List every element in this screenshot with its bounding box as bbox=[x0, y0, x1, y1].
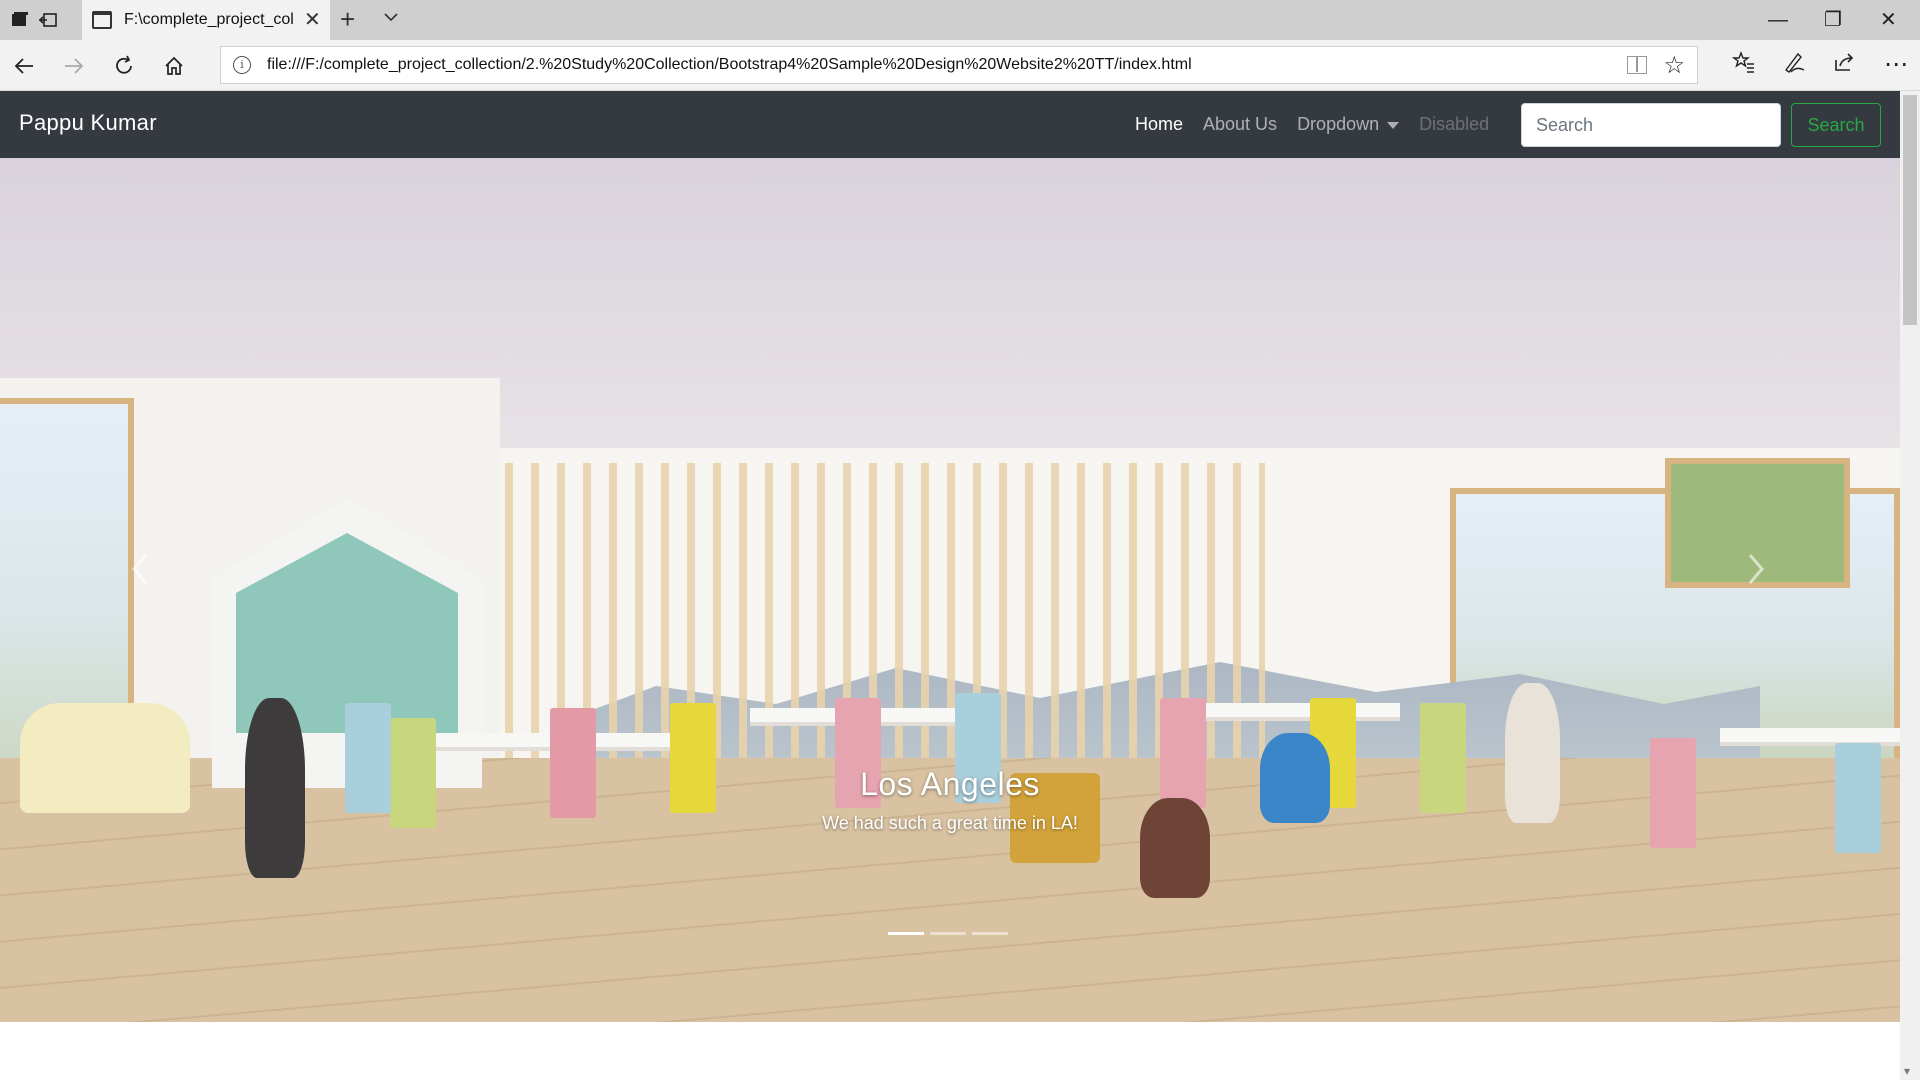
close-tab-icon[interactable]: ✕ bbox=[304, 10, 321, 30]
favorite-star-icon[interactable]: ☆ bbox=[1663, 51, 1685, 80]
chevron-left-icon bbox=[130, 553, 150, 594]
carousel-indicator-1[interactable] bbox=[888, 932, 924, 935]
restore-button[interactable]: ❐ bbox=[1824, 6, 1842, 34]
page-icon bbox=[92, 11, 112, 29]
scroll-down-arrow-icon[interactable]: ▾ bbox=[1904, 1064, 1910, 1078]
nav-link-about-us[interactable]: About Us bbox=[1203, 114, 1277, 135]
site-navbar: Pappu Kumar Home About Us Dropdown Disab… bbox=[0, 91, 1900, 158]
carousel-indicator-3[interactable] bbox=[972, 932, 1008, 935]
scrollbar-thumb[interactable] bbox=[1903, 95, 1917, 325]
carousel-prev-button[interactable] bbox=[100, 533, 180, 613]
caption-title: Los Angeles bbox=[860, 766, 1040, 802]
set-tabs-aside-icon[interactable] bbox=[36, 8, 60, 32]
caret-down-icon bbox=[1387, 121, 1400, 129]
refresh-icon[interactable] bbox=[110, 52, 138, 80]
address-bar[interactable]: i file:///F:/complete_project_collection… bbox=[220, 46, 1698, 84]
share-icon[interactable] bbox=[1832, 50, 1856, 82]
hero-carousel: Los Angeles We had such a great time in … bbox=[0, 158, 1900, 1022]
dropdown-label: Dropdown bbox=[1297, 114, 1380, 134]
tab-list-chevron-icon[interactable] bbox=[382, 8, 400, 31]
nav-link-dropdown[interactable]: Dropdown bbox=[1297, 114, 1400, 135]
browser-toolbar: i file:///F:/complete_project_collection… bbox=[0, 40, 1920, 91]
nav-link-home[interactable]: Home bbox=[1135, 114, 1183, 135]
more-options-icon[interactable]: ⋯ bbox=[1884, 50, 1908, 80]
web-note-pen-icon[interactable] bbox=[1782, 50, 1806, 82]
site-info-icon[interactable]: i bbox=[233, 56, 251, 74]
favorites-list-icon[interactable] bbox=[1731, 50, 1756, 82]
reading-view-icon[interactable] bbox=[1627, 56, 1647, 74]
tab-actions-icon[interactable] bbox=[8, 8, 32, 32]
home-icon[interactable] bbox=[160, 52, 188, 80]
nav-links: Home About Us Dropdown Disabled bbox=[1135, 91, 1509, 158]
navbar-brand[interactable]: Pappu Kumar bbox=[19, 110, 157, 136]
browser-tab[interactable]: F:\complete_project_col ✕ bbox=[82, 0, 330, 40]
carousel-indicators bbox=[888, 932, 1014, 935]
carousel-next-button[interactable] bbox=[1716, 533, 1796, 613]
search-input[interactable] bbox=[1521, 103, 1781, 147]
carousel-indicator-2[interactable] bbox=[930, 932, 966, 935]
back-icon[interactable] bbox=[10, 52, 38, 80]
web-page: Pappu Kumar Home About Us Dropdown Disab… bbox=[0, 91, 1900, 1080]
url-text[interactable]: file:///F:/complete_project_collection/2… bbox=[267, 56, 1192, 74]
browser-tab-bar: F:\complete_project_col ✕ + — ❐ ✕ bbox=[0, 0, 1920, 40]
search-button[interactable]: Search bbox=[1791, 103, 1881, 147]
close-window-button[interactable]: ✕ bbox=[1880, 6, 1897, 34]
page-scrollbar[interactable]: ▾ bbox=[1900, 91, 1920, 1080]
nav-link-disabled: Disabled bbox=[1419, 114, 1490, 134]
caption-text: We had such a great time in LA! bbox=[822, 813, 1078, 833]
minimize-button[interactable]: — bbox=[1768, 6, 1788, 34]
carousel-caption: Los Angeles We had such a great time in … bbox=[750, 766, 1150, 834]
tab-title: F:\complete_project_col bbox=[124, 11, 294, 28]
new-tab-button[interactable]: + bbox=[340, 5, 355, 33]
chevron-right-icon bbox=[1746, 553, 1766, 594]
forward-icon[interactable] bbox=[60, 52, 88, 80]
